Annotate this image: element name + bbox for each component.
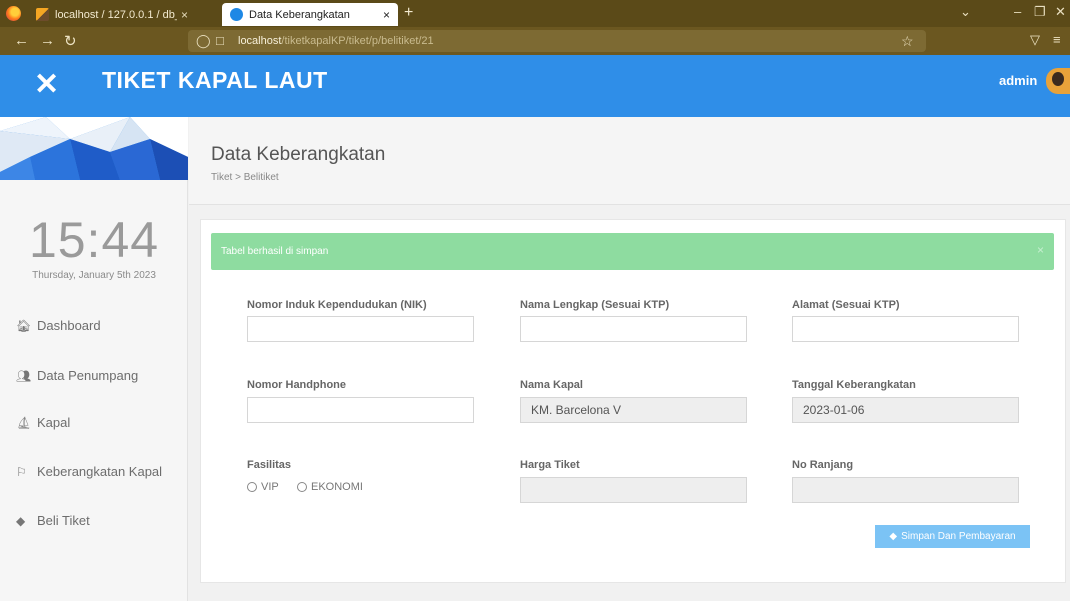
url-path: /tiketkapalKP/tiket/p/belitiket/21 <box>281 35 434 47</box>
app-favicon-icon <box>230 8 243 21</box>
reload-icon[interactable]: ↻ <box>64 32 77 50</box>
sidebar-item-kapal[interactable]: ⛵︎ Kapal <box>16 415 70 430</box>
alert-message: Tabel berhasil di simpan <box>221 246 329 257</box>
tag-icon: ◆ <box>16 513 26 528</box>
bookmark-star-icon[interactable]: ☆ <box>901 33 914 50</box>
browser-nav-bar: ← → ↻ ◯ □ localhost/tiketkapalKP/tiket/p… <box>0 27 1070 55</box>
harga-label: Harga Tiket <box>520 459 580 471</box>
window-close-icon[interactable]: ✕ <box>1055 4 1066 20</box>
phpmyadmin-favicon-icon <box>36 8 49 21</box>
user-name[interactable]: admin <box>999 73 1037 88</box>
url-host: localhost <box>238 35 282 47</box>
hp-label: Nomor Handphone <box>247 379 346 391</box>
fasilitas-label: Fasilitas <box>247 459 292 471</box>
ship-icon: ⛵︎ <box>16 415 32 430</box>
browser-tab-data-keberangkatan[interactable]: Data Keberangkatan × <box>222 3 398 26</box>
tab-label: localhost / 127.0.0.1 / db_tiketi <box>55 8 177 21</box>
harga-input[interactable] <box>520 477 747 503</box>
pocket-icon[interactable]: ▽ <box>1030 32 1040 48</box>
avatar[interactable] <box>1046 68 1070 94</box>
tanggal-input[interactable] <box>792 397 1019 423</box>
sidebar-item-data-penumpang[interactable]: 👥︎ Data Penumpang <box>16 368 138 383</box>
tag-icon: ◆ <box>889 531 898 542</box>
nama-label: Nama Lengkap (Sesuai KTP) <box>520 299 670 311</box>
radio-circle-icon[interactable] <box>297 482 307 492</box>
nama-input[interactable] <box>520 316 747 342</box>
tracking-shield-icon[interactable]: ◯ <box>196 33 211 49</box>
alamat-label: Alamat (Sesuai KTP) <box>792 299 900 311</box>
page-info-icon[interactable]: □ <box>216 33 224 48</box>
polygon-banner-graphic <box>0 117 188 180</box>
submit-button-label: Simpan Dan Pembayaran <box>901 531 1016 542</box>
tab-label: Data Keberangkatan <box>249 8 350 21</box>
hamburger-menu-icon[interactable]: ≡ <box>1053 32 1061 47</box>
sidebar-item-beli-tiket[interactable]: ◆ Beli Tiket <box>16 513 90 528</box>
app-header: ✕ TIKET KAPAL LAUT admin <box>0 55 1070 117</box>
users-icon: 👥︎ <box>16 368 32 383</box>
sidebar-banner <box>0 117 188 180</box>
simpan-dan-pembayaran-button[interactable]: ◆ Simpan Dan Pembayaran <box>875 525 1030 548</box>
kapal-input[interactable] <box>520 397 747 423</box>
ranjang-label: No Ranjang <box>792 459 854 471</box>
new-tab-button[interactable]: + <box>404 4 413 22</box>
nik-input[interactable] <box>247 316 474 342</box>
radio-ekonomi[interactable]: EKONOMI <box>297 481 363 493</box>
tab-close-icon[interactable]: × <box>181 8 188 22</box>
browser-tab-phpmyadmin[interactable]: localhost / 127.0.0.1 / db_tiketi × <box>28 3 196 26</box>
kapal-label: Nama Kapal <box>520 379 583 391</box>
url-text[interactable]: localhost/tiketkapalKP/tiket/p/belitiket… <box>238 35 434 47</box>
radio-ekonomi-label: EKONOMI <box>311 481 363 493</box>
forward-arrow-icon[interactable]: → <box>40 32 55 49</box>
sidebar: 15:44 Thursday, January 5th 2023 🏠︎ Dash… <box>0 117 188 601</box>
home-icon: 🏠︎ <box>16 318 32 333</box>
browser-tab-bar: localhost / 127.0.0.1 / db_tiketi × Data… <box>0 0 1070 27</box>
flag-icon: ⚐ <box>16 464 27 479</box>
radio-circle-icon[interactable] <box>247 482 257 492</box>
alert-close-icon[interactable]: × <box>1037 243 1044 257</box>
hp-input[interactable] <box>247 397 474 423</box>
sidebar-item-label: Data Penumpang <box>37 368 139 383</box>
page-header: Data Keberangkatan Tiket > Belitiket <box>189 117 1070 205</box>
minimize-icon[interactable]: – <box>1014 4 1021 19</box>
sidebar-clock: 15:44 <box>28 212 160 268</box>
tab-close-icon[interactable]: × <box>383 8 390 22</box>
alamat-input[interactable] <box>792 316 1019 342</box>
tanggal-label: Tanggal Keberangkatan <box>792 379 916 391</box>
firefox-logo-icon <box>6 6 21 21</box>
sidebar-item-label: Kapal <box>37 415 71 430</box>
app-title: TIKET KAPAL LAUT <box>102 67 328 93</box>
sidebar-item-keberangkatan-kapal[interactable]: ⚐ Keberangkatan Kapal <box>16 464 162 479</box>
sidebar-item-dashboard[interactable]: 🏠︎ Dashboard <box>16 318 101 333</box>
sidebar-date: Thursday, January 5th 2023 <box>32 270 156 281</box>
page-title: Data Keberangkatan <box>211 144 386 165</box>
breadcrumb: Tiket > Belitiket <box>211 172 279 183</box>
radio-vip-label: VIP <box>261 481 279 493</box>
tab-list-chevron-icon[interactable]: ⌄ <box>960 4 971 20</box>
sidebar-item-label: Keberangkatan Kapal <box>37 464 163 479</box>
ranjang-input[interactable] <box>792 477 1019 503</box>
back-arrow-icon[interactable]: ← <box>14 32 29 49</box>
radio-vip[interactable]: VIP <box>247 481 279 493</box>
sidebar-item-label: Dashboard <box>37 318 101 333</box>
sidebar-item-label: Beli Tiket <box>37 513 90 528</box>
restore-icon[interactable]: ❐ <box>1034 4 1046 20</box>
nik-label: Nomor Induk Kependudukan (NIK) <box>247 299 427 311</box>
success-alert: Tabel berhasil di simpan × <box>211 233 1054 270</box>
sidebar-toggle-close-icon[interactable]: ✕ <box>34 67 59 102</box>
address-bar[interactable]: ◯ □ localhost/tiketkapalKP/tiket/p/belit… <box>188 30 926 52</box>
